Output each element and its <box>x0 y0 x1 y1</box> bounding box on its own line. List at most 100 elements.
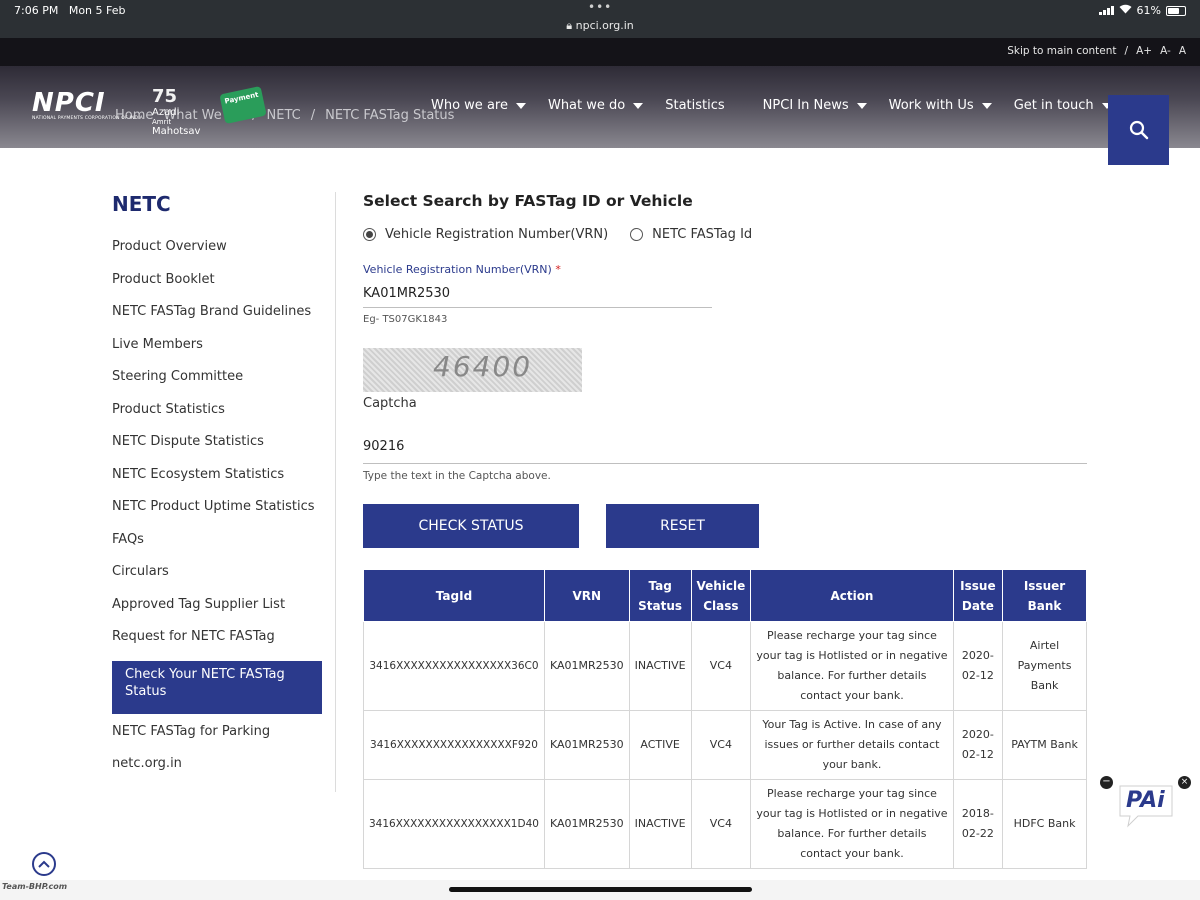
cell-status: ACTIVE <box>628 710 692 780</box>
netc-sidebar: NETC Product Overview Product Booklet NE… <box>112 192 336 788</box>
sidebar-item-dispute-statistics[interactable]: NETC Dispute Statistics <box>112 433 336 466</box>
breadcrumb-netc[interactable]: NETC <box>267 108 301 123</box>
sidebar-item-ecosystem-statistics[interactable]: NETC Ecosystem Statistics <box>112 466 336 499</box>
chevron-up-icon <box>38 860 50 868</box>
payment-badge-text: Payment <box>223 90 260 106</box>
minimize-widget-button[interactable]: − <box>1100 776 1113 789</box>
cell-issue-date: 2018-02-22 <box>952 779 1004 869</box>
pai-label: PAi <box>1126 788 1165 813</box>
font-decrease-button[interactable]: A- <box>1160 45 1171 57</box>
nav-who-we-are[interactable]: Who we are <box>431 98 526 113</box>
cell-class: VC4 <box>690 779 752 869</box>
cell-class: VC4 <box>690 710 752 780</box>
captcha-input[interactable] <box>363 430 1087 464</box>
nav-label: NPCI In News <box>762 98 849 113</box>
col-header-tag-status: Tag Status <box>628 569 692 622</box>
radio-fastag-id-label: NETC FASTag Id <box>652 227 753 242</box>
radio-selected-icon <box>363 228 376 241</box>
azadi-line-2: Amrit <box>152 118 172 126</box>
required-mark: * <box>555 263 561 276</box>
check-status-button[interactable]: CHECK STATUS <box>363 504 579 548</box>
sidebar-item-brand-guidelines[interactable]: NETC FASTag Brand Guidelines <box>112 303 336 336</box>
sidebar-item-product-statistics[interactable]: Product Statistics <box>112 401 336 434</box>
nav-what-we-do[interactable]: What we do <box>548 98 644 113</box>
azadi-ka-amrit-mahotsav-logo: 75 Azadi Amrit Mahotsav <box>152 86 202 137</box>
fastag-status-form: Select Search by FASTag ID or Vehicle Ve… <box>363 192 1087 869</box>
cell-issue-date: 2020-02-12 <box>952 621 1004 711</box>
ios-status-bar: 7:06 PM Mon 5 Feb ••• 🔒︎ npci.org.in 61% <box>0 0 1200 38</box>
col-header-vrn: VRN <box>543 569 630 622</box>
page-root: 7:06 PM Mon 5 Feb ••• 🔒︎ npci.org.in 61%… <box>0 0 1200 900</box>
sidebar-item-check-fastag-status[interactable]: Check Your NETC FASTag Status <box>112 660 322 714</box>
col-header-vehicle-class: Vehicle Class <box>690 569 752 622</box>
skip-to-main-link[interactable]: Skip to main content <box>1007 45 1116 57</box>
status-time: 7:06 PM <box>14 4 59 17</box>
utility-separator: / <box>1124 45 1129 57</box>
npci-logo[interactable]: NPCI NATIONAL PAYMENTS CORPORATION OF IN… <box>32 88 143 121</box>
col-header-issuer-bank: Issuer Bank <box>1002 569 1087 622</box>
nav-get-in-touch[interactable]: Get in touch <box>1014 98 1112 113</box>
table-row: 3416XXXXXXXXXXXXXXXX36C0 KA01MR2530 INAC… <box>363 621 1087 711</box>
nav-label: Who we are <box>431 98 508 113</box>
captcha-image: 46400 <box>363 348 582 392</box>
logo-subtext: NATIONAL PAYMENTS CORPORATION OF INDIA <box>32 116 144 121</box>
vrn-input[interactable] <box>363 279 712 308</box>
nav-npci-in-news[interactable]: NPCI In News <box>763 98 867 113</box>
azadi-line-3: Mahotsav <box>152 126 201 137</box>
home-indicator[interactable] <box>449 887 752 892</box>
utility-bar: Skip to main content / A+ A- A <box>0 38 1200 66</box>
battery-percent: 61% <box>1136 4 1161 17</box>
captcha-hint: Type the text in the Captcha above. <box>363 470 551 482</box>
nav-label: Statistics <box>665 98 725 113</box>
radio-fastag-id[interactable]: NETC FASTag Id <box>630 227 752 242</box>
pai-assistant-widget[interactable]: PAi <box>1116 782 1176 828</box>
fastag-results-table: TagId VRN Tag Status Vehicle Class Actio… <box>363 569 1087 869</box>
sidebar-item-faqs[interactable]: FAQs <box>112 531 336 564</box>
cell-issuer-bank: PAYTM Bank <box>1002 710 1087 780</box>
cell-issuer-bank: Airtel Payments Bank <box>1002 621 1087 711</box>
cell-class: VC4 <box>690 621 752 711</box>
sidebar-item-uptime-statistics[interactable]: NETC Product Uptime Statistics <box>112 498 336 531</box>
sidebar-title: NETC <box>112 192 171 216</box>
vrn-label-text: Vehicle Registration Number(VRN) <box>363 263 552 276</box>
radio-vrn[interactable]: Vehicle Registration Number(VRN) <box>363 227 608 242</box>
wifi-icon <box>1119 4 1132 17</box>
col-header-action: Action <box>750 569 954 622</box>
caret-down-icon <box>981 102 992 109</box>
form-title: Select Search by FASTag ID or Vehicle <box>363 192 693 210</box>
address-bar[interactable]: 🔒︎ npci.org.in <box>0 19 1200 33</box>
reset-button[interactable]: RESET <box>606 504 759 548</box>
scroll-to-top-button[interactable] <box>32 852 56 876</box>
font-reset-button[interactable]: A <box>1179 45 1186 57</box>
font-increase-button[interactable]: A+ <box>1136 45 1152 57</box>
sidebar-item-product-overview[interactable]: Product Overview <box>112 238 336 271</box>
close-widget-button[interactable]: × <box>1178 776 1191 789</box>
sidebar-item-product-booklet[interactable]: Product Booklet <box>112 271 336 304</box>
table-header-row: TagId VRN Tag Status Vehicle Class Actio… <box>363 569 1087 622</box>
nav-statistics[interactable]: Statistics <box>665 98 724 113</box>
sidebar-item-circulars[interactable]: Circulars <box>112 563 336 596</box>
main-nav: Who we are What we do Statistics NPCI In… <box>431 98 1134 113</box>
nav-label: Get in touch <box>1013 98 1094 113</box>
captcha-image-text: 46400 <box>433 350 533 383</box>
search-type-radio-group: Vehicle Registration Number(VRN) NETC FA… <box>363 227 774 242</box>
cell-tagid: 3416XXXXXXXXXXXXXXXX36C0 <box>363 621 545 711</box>
sidebar-item-approved-tag-supplier-list[interactable]: Approved Tag Supplier List <box>112 596 336 629</box>
sidebar-item-live-members[interactable]: Live Members <box>112 336 336 369</box>
sidebar-item-steering-committee[interactable]: Steering Committee <box>112 368 336 401</box>
lock-icon: 🔒︎ <box>566 19 573 32</box>
vrn-hint: Eg- TS07GK1843 <box>363 314 448 325</box>
caret-down-icon <box>633 102 644 109</box>
table-row: 3416XXXXXXXXXXXXXXXXF920 KA01MR2530 ACTI… <box>363 710 1087 780</box>
sidebar-item-request-fastag[interactable]: Request for NETC FASTag <box>112 628 336 661</box>
nav-work-with-us[interactable]: Work with Us <box>889 98 992 113</box>
tab-dots-icon[interactable]: ••• <box>588 0 612 14</box>
status-date: Mon 5 Feb <box>68 4 126 17</box>
breadcrumb-separator: / <box>310 108 316 123</box>
search-button[interactable] <box>1108 95 1169 165</box>
radio-unselected-icon <box>630 228 644 241</box>
site-header: Skip to main content / A+ A- A Home What… <box>0 38 1200 165</box>
sidebar-item-netc-org-in[interactable]: netc.org.in <box>112 755 336 788</box>
signal-icon <box>1098 6 1114 15</box>
sidebar-item-fastag-for-parking[interactable]: NETC FASTag for Parking <box>112 723 336 756</box>
